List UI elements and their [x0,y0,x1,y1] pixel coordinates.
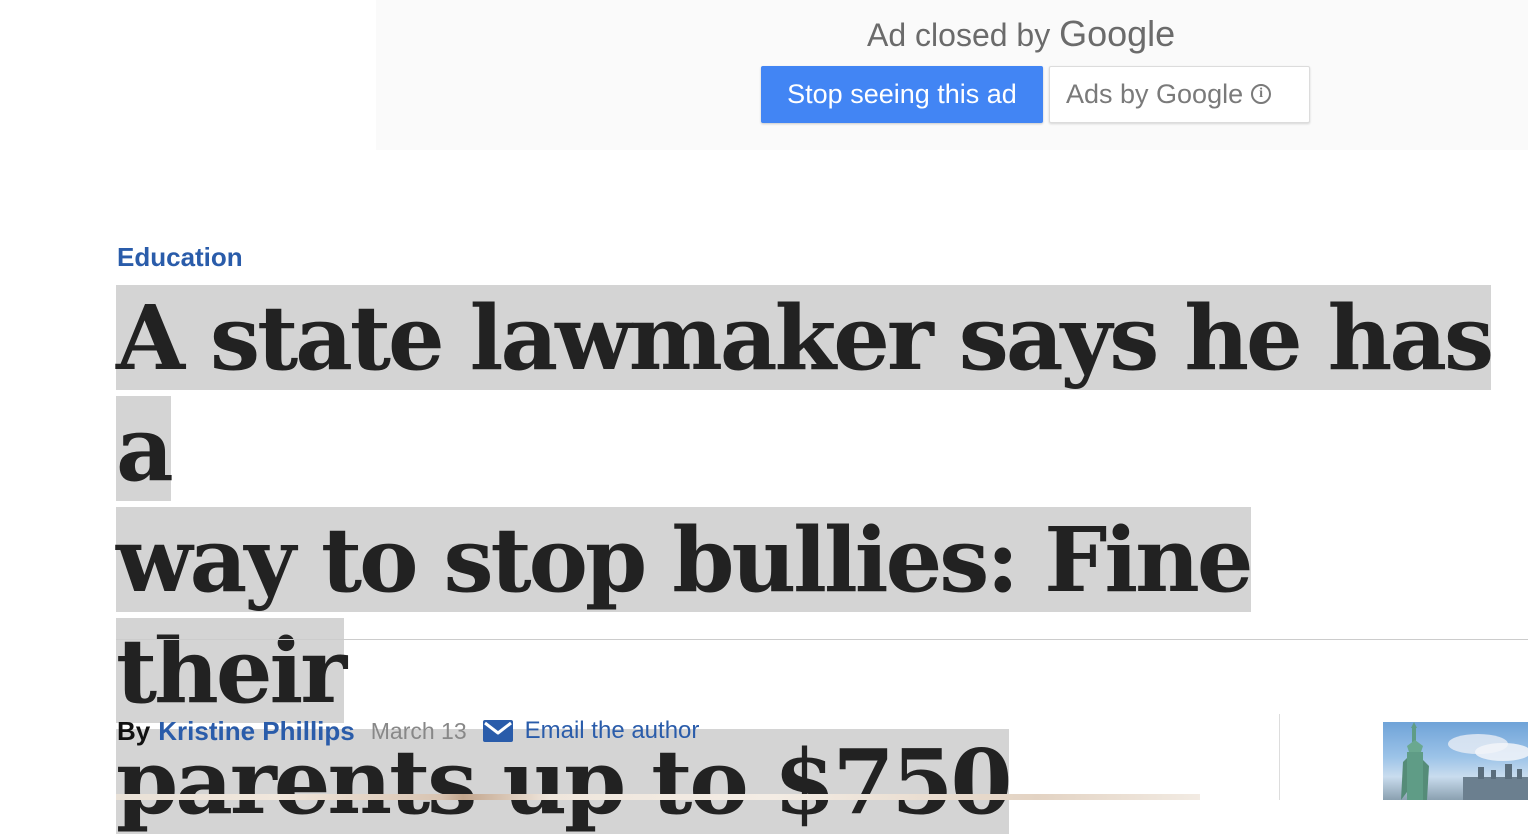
ad-closed-prefix: Ad closed by [867,17,1051,53]
ad-closed-brand: Google [1059,13,1176,54]
envelope-icon[interactable] [482,720,513,742]
hero-image-top-edge [116,794,1200,800]
ads-by-google-label: Ads by Google [1066,79,1244,109]
byline-prefix: By [117,715,151,746]
sidebar-thumbnail-image[interactable] [1383,722,1528,800]
email-author-link[interactable]: Email the author [525,717,700,745]
info-icon: i [1251,83,1272,104]
headline-line-2: way to stop bullies: Fine their [116,507,1253,723]
ad-closed-message: Ad closed by Google [867,14,1175,55]
statue-of-liberty-image [1401,722,1528,800]
author-link[interactable]: Kristine Phillips [158,716,355,747]
publish-date: March 13 [370,717,467,744]
sidebar-divider [1279,714,1280,800]
ads-by-google-button[interactable]: Ads by Google i [1049,66,1310,123]
article-headline: A state lawmaker says he has a way to st… [116,282,1496,837]
stop-seeing-ad-button[interactable]: Stop seeing this ad [761,66,1043,123]
headline-divider [116,639,1528,640]
byline: By Kristine Phillips March 13 Email the … [117,713,699,749]
section-kicker-link[interactable]: Education [117,242,243,273]
headline-line-1: A state lawmaker says he has a [116,285,1494,501]
